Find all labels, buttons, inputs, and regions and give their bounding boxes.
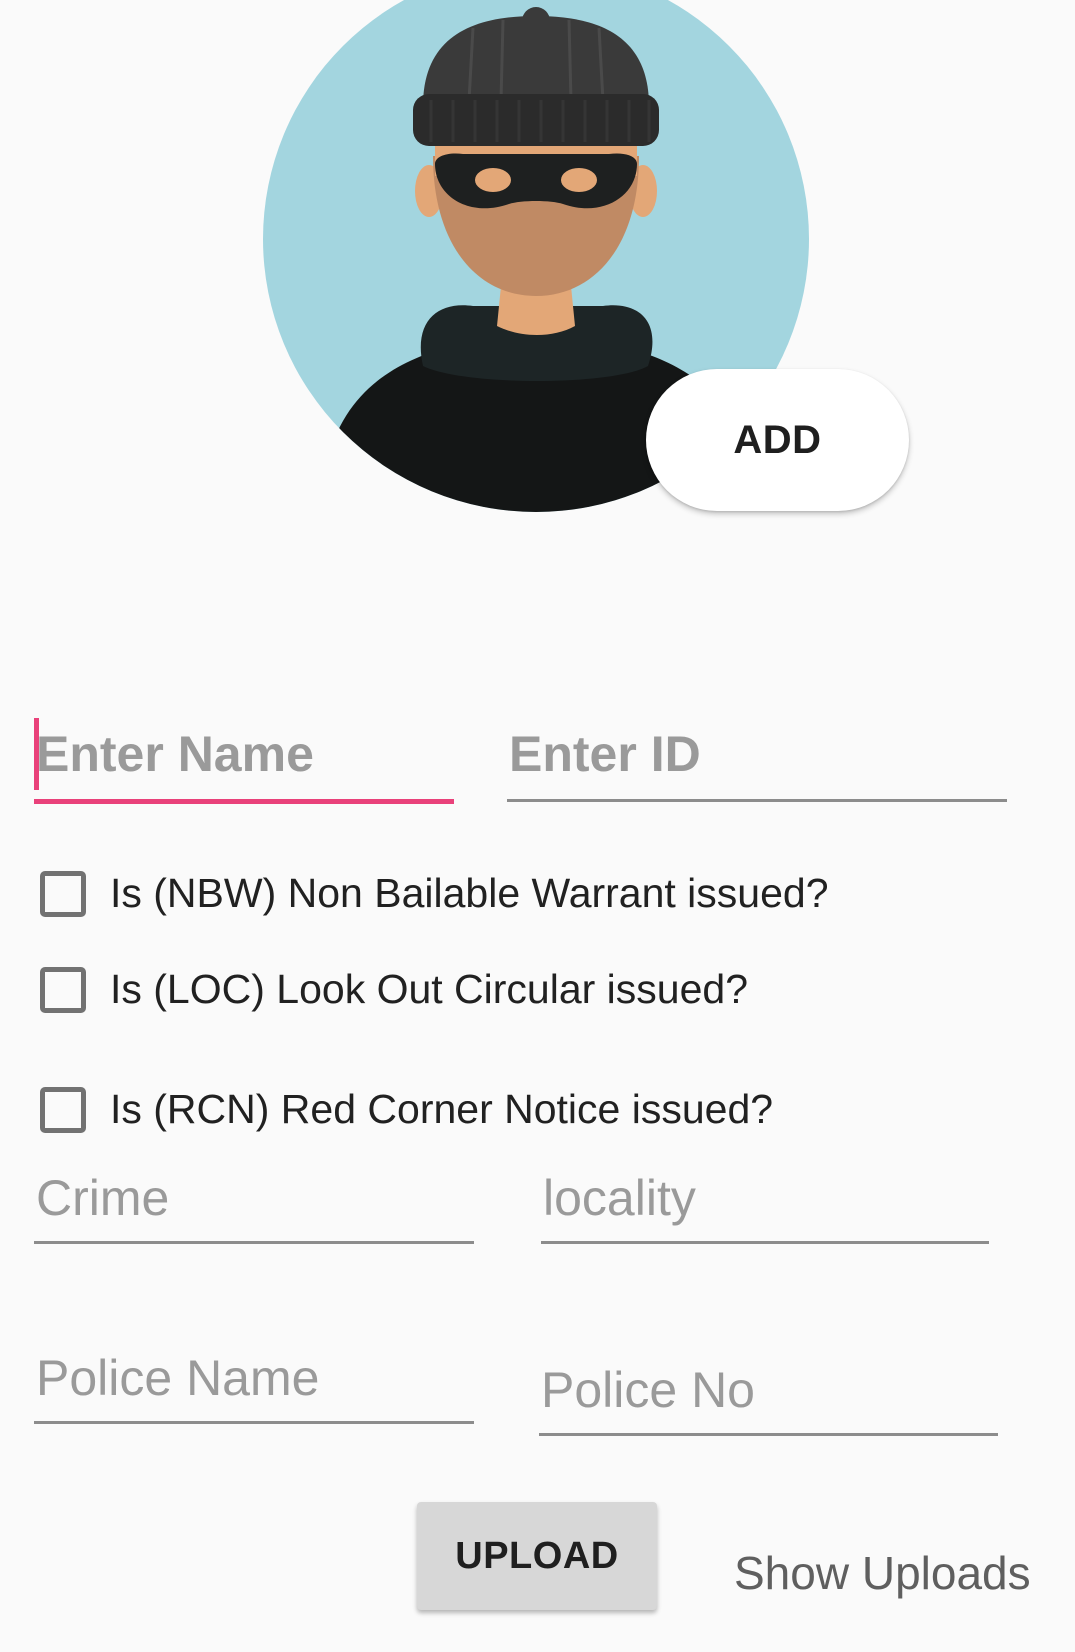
police-no-input[interactable] <box>539 1352 998 1436</box>
add-photo-button[interactable]: ADD <box>646 369 909 511</box>
show-uploads-link[interactable]: Show Uploads <box>734 1546 1031 1600</box>
rcn-checkbox[interactable] <box>40 1086 86 1133</box>
loc-checkbox-row[interactable]: Is (LOC) Look Out Circular issued? <box>40 966 748 1013</box>
nbw-checkbox-label: Is (NBW) Non Bailable Warrant issued? <box>110 870 829 916</box>
rcn-checkbox-row[interactable]: Is (RCN) Red Corner Notice issued? <box>40 1086 773 1133</box>
text-caret <box>34 718 39 790</box>
rcn-checkbox-label: Is (RCN) Red Corner Notice issued? <box>110 1086 774 1132</box>
criminal-entry-screen: ADD Is (NBW) Non Bailable Warrant issued… <box>0 0 1075 1652</box>
police-name-input[interactable] <box>34 1340 474 1424</box>
upload-button[interactable]: UPLOAD <box>417 1502 657 1610</box>
name-input[interactable] <box>34 714 454 804</box>
locality-input[interactable] <box>541 1160 989 1244</box>
nbw-checkbox-row[interactable]: Is (NBW) Non Bailable Warrant issued? <box>40 870 829 917</box>
loc-checkbox[interactable] <box>40 966 86 1013</box>
id-input[interactable] <box>507 714 1007 802</box>
crime-input[interactable] <box>34 1160 474 1244</box>
nbw-checkbox[interactable] <box>40 870 86 917</box>
loc-checkbox-label: Is (LOC) Look Out Circular issued? <box>110 966 749 1012</box>
